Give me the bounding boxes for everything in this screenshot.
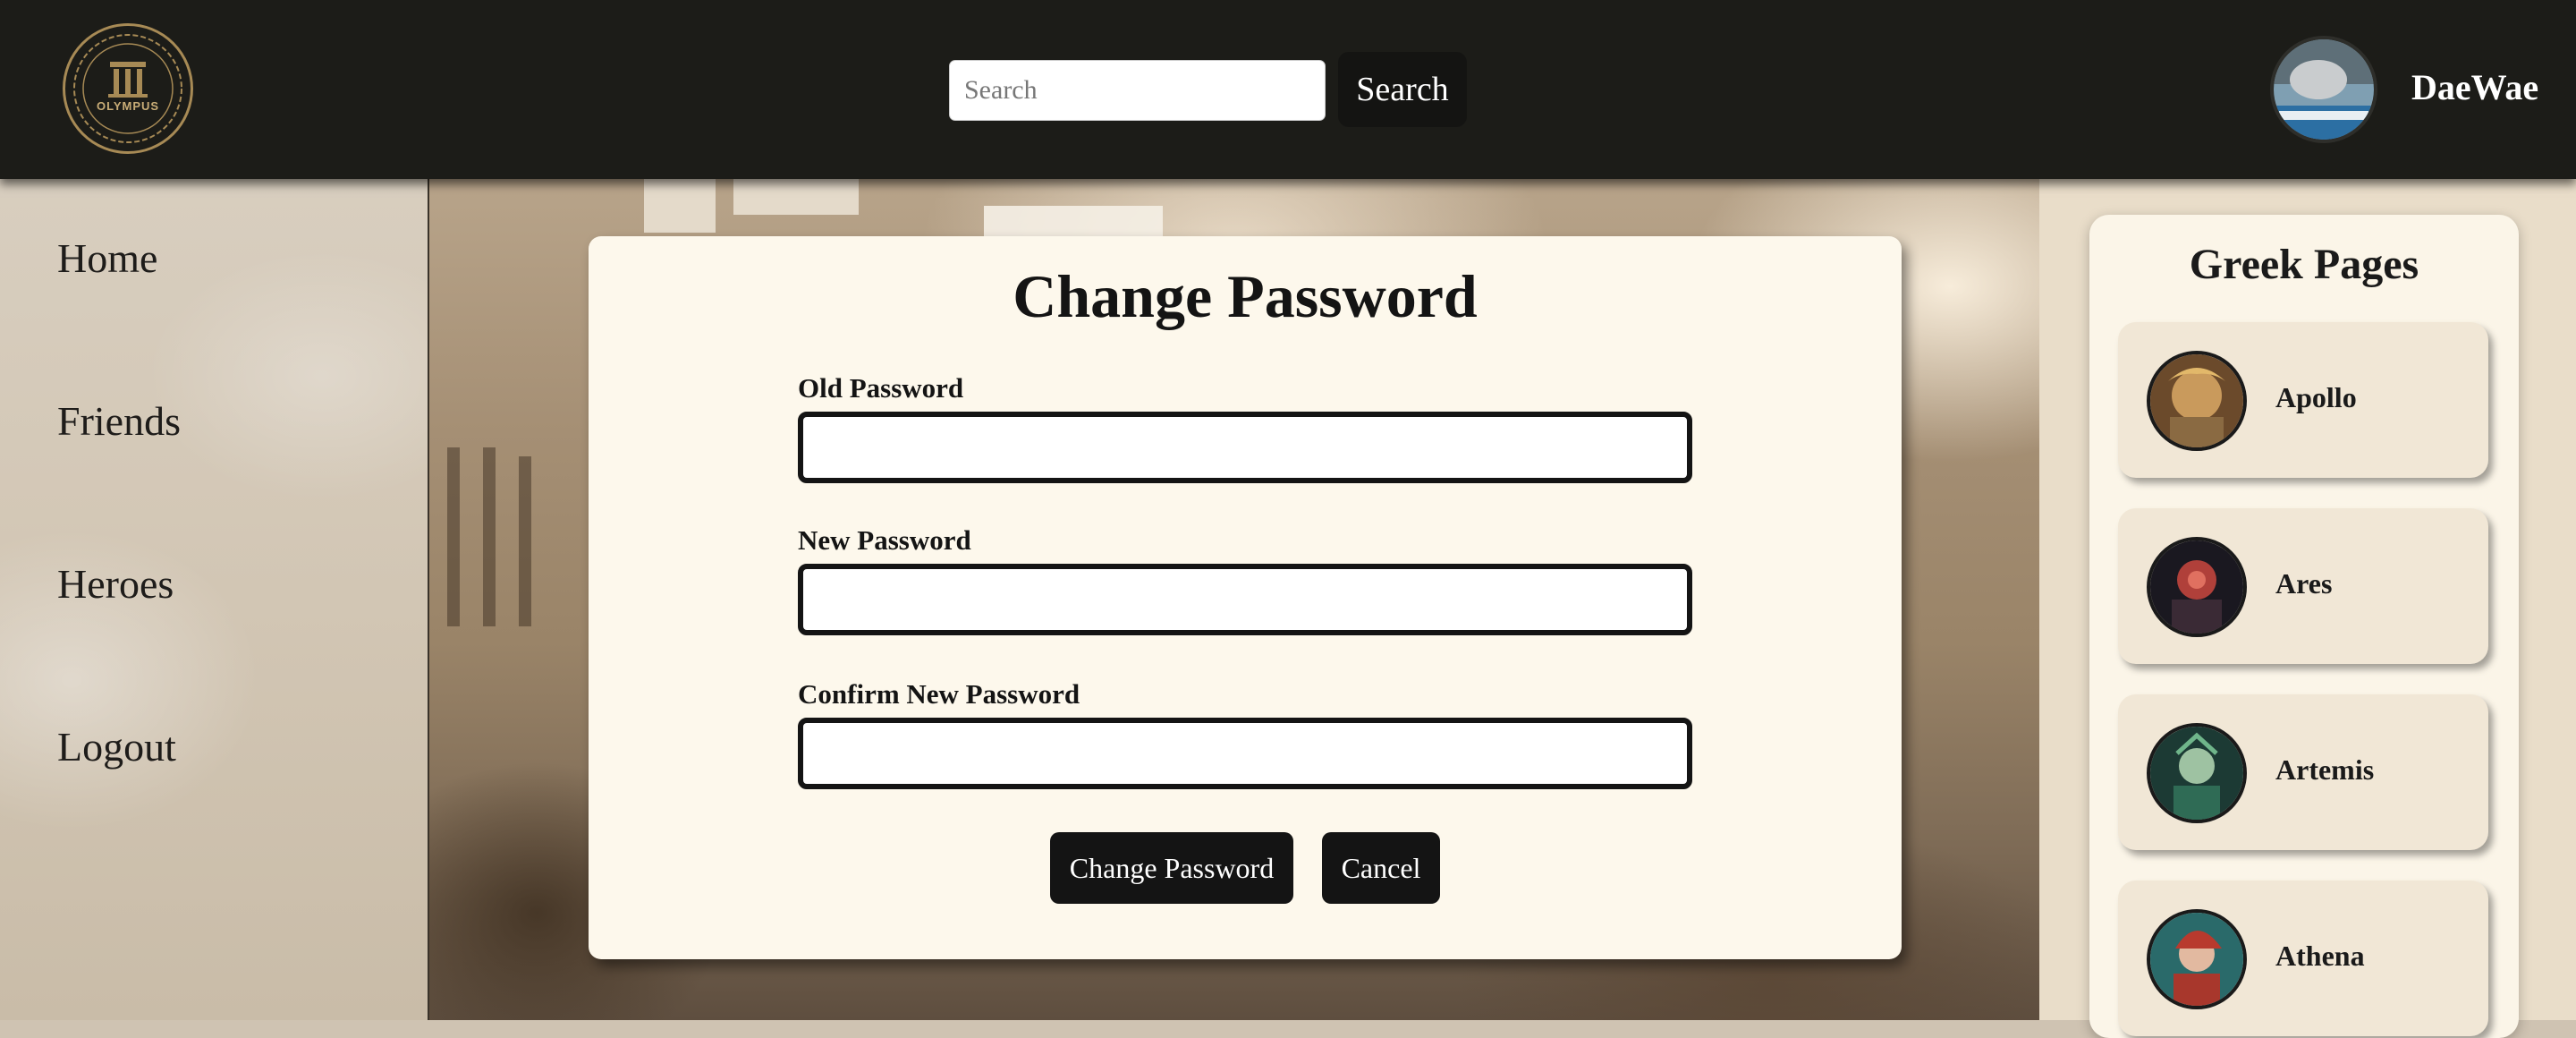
nav-heroes[interactable]: Heroes bbox=[57, 560, 174, 608]
god-card-ares[interactable]: Ares bbox=[2118, 508, 2488, 664]
new-password-label: New Password bbox=[798, 524, 971, 556]
user-avatar[interactable] bbox=[2270, 36, 2377, 143]
old-password-field[interactable] bbox=[798, 412, 1692, 483]
new-password-field[interactable] bbox=[798, 564, 1692, 635]
nav-logout[interactable]: Logout bbox=[57, 723, 176, 770]
god-name: Apollo bbox=[2275, 381, 2357, 413]
olympus-logo[interactable]: OLYMPUS bbox=[63, 23, 193, 154]
apollo-avatar bbox=[2147, 351, 2247, 451]
cancel-button[interactable]: Cancel bbox=[1322, 832, 1440, 904]
ares-avatar bbox=[2147, 537, 2247, 637]
search-button[interactable]: Search bbox=[1338, 52, 1467, 127]
avatar-image bbox=[2274, 39, 2374, 140]
greek-pages-title: Greek Pages bbox=[2189, 241, 2419, 288]
nav-friends[interactable]: Friends bbox=[57, 397, 181, 445]
dialog-title: Change Password bbox=[1013, 262, 1478, 330]
god-name: Artemis bbox=[2275, 753, 2375, 786]
apollo-image bbox=[2150, 354, 2243, 447]
temple-icon bbox=[73, 34, 182, 143]
athena-avatar bbox=[2147, 909, 2247, 1009]
logo-text: OLYMPUS bbox=[96, 99, 160, 113]
confirm-password-field[interactable] bbox=[798, 718, 1692, 789]
god-name: Ares bbox=[2275, 567, 2333, 600]
god-card-artemis[interactable]: Artemis bbox=[2118, 694, 2488, 850]
confirm-password-label: Confirm New Password bbox=[798, 678, 1080, 710]
nav-home[interactable]: Home bbox=[57, 234, 157, 282]
artemis-image bbox=[2150, 727, 2243, 820]
god-name: Athena bbox=[2275, 940, 2365, 972]
top-navbar: OLYMPUS Search DaeWae bbox=[0, 0, 2576, 179]
athena-image bbox=[2150, 913, 2243, 1006]
left-sidebar: Home Friends Heroes Logout bbox=[0, 179, 429, 1020]
artemis-avatar bbox=[2147, 723, 2247, 823]
old-password-label: Old Password bbox=[798, 372, 964, 404]
ares-image bbox=[2150, 540, 2243, 634]
change-password-button[interactable]: Change Password bbox=[1050, 832, 1293, 904]
god-card-apollo[interactable]: Apollo bbox=[2118, 322, 2488, 478]
god-card-athena[interactable]: Athena bbox=[2118, 881, 2488, 1036]
username[interactable]: DaeWae bbox=[2411, 66, 2538, 108]
search-input[interactable] bbox=[949, 60, 1326, 121]
change-password-dialog: Change Password Old Password New Passwor… bbox=[589, 236, 1902, 959]
